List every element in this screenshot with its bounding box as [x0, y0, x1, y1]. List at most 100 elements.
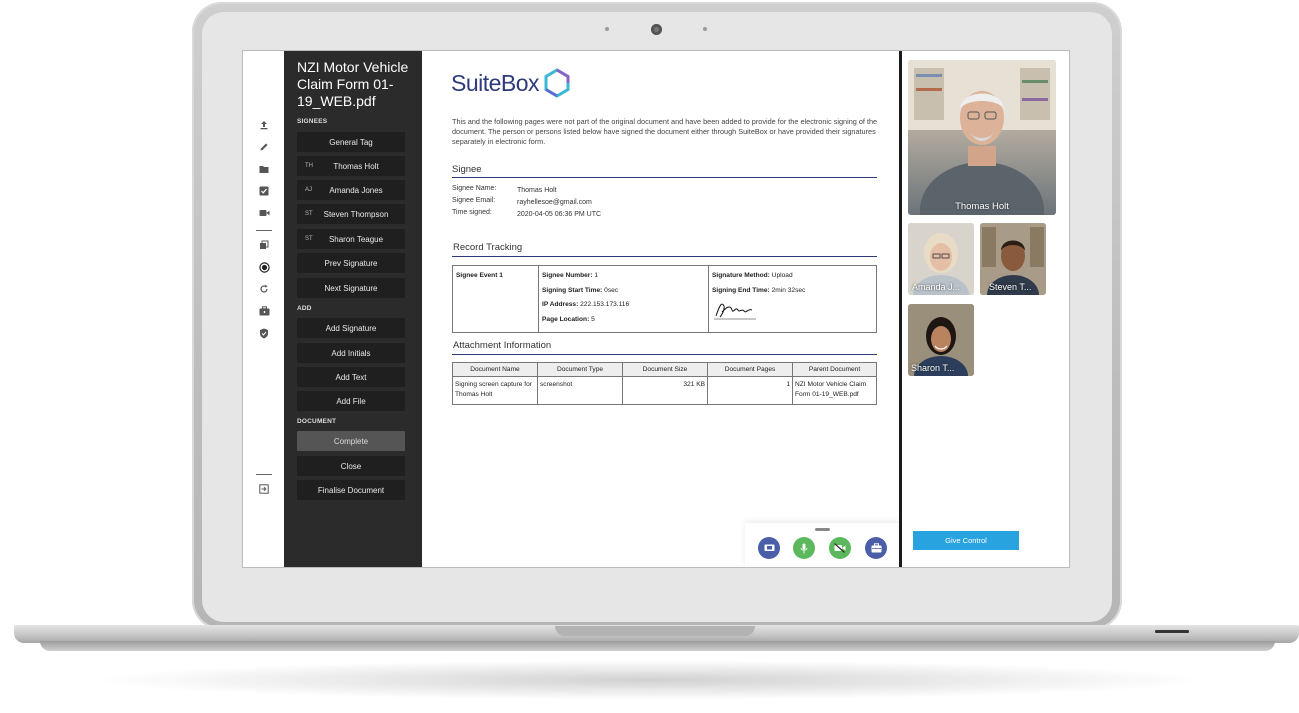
microphone-button[interactable] — [793, 537, 815, 559]
table-header-row: Document Name Document Type Document Siz… — [452, 362, 877, 377]
add-initials-button[interactable]: Add Initials — [297, 343, 405, 363]
section-add: ADD — [297, 305, 312, 312]
sensor-dot — [605, 27, 609, 31]
record-tracking-table: Signee Event 1 Signee Number: 1 Signing … — [452, 265, 877, 333]
column-header: Document Name — [452, 362, 538, 377]
column-header: Document Pages — [707, 362, 793, 377]
upload-icon[interactable] — [257, 118, 271, 132]
section-signees: SIGNEES — [297, 118, 328, 125]
video-tile-main[interactable]: Thomas Holt — [908, 60, 1056, 215]
video-tile[interactable]: Sharon T... — [908, 304, 974, 376]
video-tile[interactable]: Amanda J... — [908, 223, 974, 295]
signature-method-value: Upload — [771, 272, 793, 279]
briefcase-icon[interactable] — [257, 304, 271, 318]
give-control-button[interactable]: Give Control — [913, 531, 1019, 550]
document-name-cell: Signing screen capture for Thomas Holt — [452, 376, 538, 405]
attachment-heading: Attachment Information — [453, 340, 552, 351]
copy-icon[interactable] — [257, 238, 271, 252]
exit-icon[interactable] — [257, 482, 271, 496]
signee-initials: ST — [305, 236, 313, 242]
folder-icon[interactable] — [257, 162, 271, 176]
column-header: Document Size — [622, 362, 708, 377]
page-location-label: Page Location: — [542, 315, 590, 323]
signee-heading: Signee — [452, 164, 482, 175]
laptop-base-lip — [40, 641, 1275, 651]
signature-method-label: Signature Method: — [712, 272, 770, 279]
ip-address-label: IP Address: — [542, 301, 579, 308]
time-signed-value: 2020-04-05 06:36 PM UTC — [517, 211, 602, 218]
hexagon-logo-icon — [544, 68, 570, 98]
table-row: Signing screen capture for Thomas Holt s… — [452, 376, 877, 405]
participant-video — [908, 60, 1056, 215]
signee-initials: ST — [305, 211, 313, 217]
signee-button[interactable]: ST Steven Thompson — [297, 204, 405, 224]
ip-address-value: 222.153.173.116 — [580, 301, 630, 308]
screen-share-icon — [764, 544, 774, 551]
signee-initials: TH — [305, 163, 313, 169]
document-size-cell: 321 KB — [622, 376, 708, 405]
signee-number-value: 1 — [594, 272, 599, 279]
briefcase-icon — [871, 543, 881, 553]
tool-rail — [243, 51, 284, 567]
signee-name-value: Thomas Holt — [517, 187, 557, 194]
attachment-table: Document Name Document Type Document Siz… — [452, 362, 877, 405]
finalise-document-button[interactable]: Finalise Document — [297, 480, 405, 500]
general-tag-button[interactable]: General Tag — [297, 132, 405, 152]
screen-share-button[interactable] — [758, 537, 780, 559]
participant-name: Sharon T... — [911, 363, 955, 373]
signee-number-label: Signee Number: — [542, 272, 593, 279]
add-text-button[interactable]: Add Text — [297, 367, 405, 387]
signee-name: Amanda Jones — [329, 185, 383, 195]
pen-icon[interactable] — [257, 140, 271, 154]
signee-email-value: rayhellesoe@gmail.com — [517, 199, 592, 206]
signee-email-label: Signee Email: — [452, 197, 496, 204]
signee-initials: AJ — [305, 187, 313, 193]
intro-text: This and the following pages were not pa… — [452, 117, 878, 146]
video-icon[interactable] — [257, 206, 271, 220]
parent-document-cell: NZI Motor Vehicle Claim Form 01-19_WEB.p… — [792, 376, 877, 405]
document-page: SuiteBox This and the following pages we… — [422, 51, 900, 567]
document-panel: NZI Motor Vehicle Claim Form 01-19_WEB.p… — [284, 51, 422, 567]
drag-handle[interactable] — [815, 528, 830, 531]
signee-button[interactable]: ST Sharon Teague — [297, 229, 405, 249]
document-pages-cell: 1 — [707, 376, 793, 405]
shield-icon[interactable] — [257, 326, 271, 340]
record-icon[interactable] — [257, 260, 271, 274]
signing-end-value: 2min 32sec — [771, 286, 806, 294]
laptop-shadow — [90, 660, 1210, 700]
complete-button[interactable]: Complete — [297, 431, 405, 451]
laptop-port — [1155, 630, 1189, 633]
sensor-dot — [703, 27, 707, 31]
refresh-icon[interactable] — [257, 282, 271, 296]
stage: NZI Motor Vehicle Claim Form 01-19_WEB.p… — [0, 0, 1299, 713]
add-signature-button[interactable]: Add Signature — [297, 318, 405, 338]
heading-rule — [452, 177, 877, 178]
section-document: DOCUMENT — [297, 418, 337, 425]
signee-button[interactable]: AJ Amanda Jones — [297, 180, 405, 200]
next-signature-button[interactable]: Next Signature — [297, 278, 405, 298]
add-file-button[interactable]: Add File — [297, 391, 405, 411]
laptop-notch — [555, 626, 755, 636]
suitebox-logo: SuiteBox — [451, 68, 571, 98]
signee-name: Sharon Teague — [328, 234, 384, 244]
rail-divider — [256, 474, 272, 475]
signee-name-label: Signee Name: — [452, 185, 497, 192]
camera-toggle-button[interactable] — [829, 537, 851, 559]
heading-rule — [452, 256, 877, 257]
page-location-value: 5 — [591, 315, 595, 323]
app-screen: NZI Motor Vehicle Claim Form 01-19_WEB.p… — [242, 50, 1070, 568]
microphone-icon — [800, 543, 808, 553]
signee-button[interactable]: TH Thomas Holt — [297, 156, 405, 176]
heading-rule — [452, 354, 877, 355]
briefcase-button[interactable] — [865, 537, 887, 559]
signing-end-label: Signing End Time: — [712, 286, 770, 294]
time-signed-label: Time signed: — [452, 209, 492, 216]
prev-signature-button[interactable]: Prev Signature — [297, 253, 405, 273]
checkbox-icon[interactable] — [257, 184, 271, 198]
participant-name: Thomas Holt — [955, 201, 1009, 212]
video-panel: Thomas Holt Amanda J... Steven T... Shar… — [902, 51, 1069, 567]
video-tile[interactable]: Steven T... — [980, 223, 1046, 295]
close-button[interactable]: Close — [297, 456, 405, 476]
brand-name: SuiteBox — [451, 69, 540, 96]
participant-name: Steven T... — [989, 282, 1032, 292]
